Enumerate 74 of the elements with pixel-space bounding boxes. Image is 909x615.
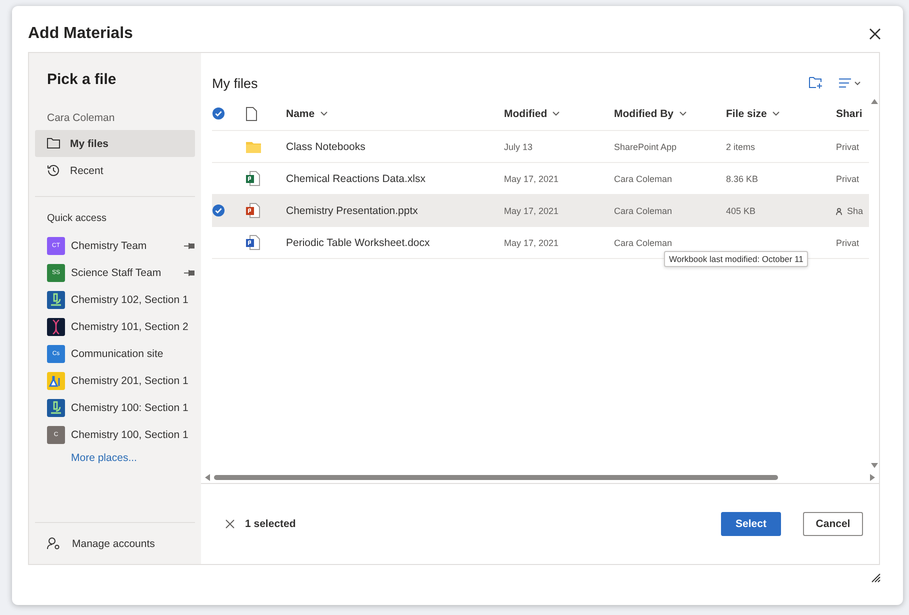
selection-count: 1 selected — [245, 518, 296, 530]
file-name: Periodic Table Worksheet.docx — [286, 236, 431, 248]
check-circle-icon[interactable] — [212, 204, 225, 217]
modified-by: SharePoint App — [614, 142, 678, 152]
column-header[interactable]: Name — [286, 108, 504, 120]
scroll-right-icon[interactable] — [870, 474, 875, 481]
column-header[interactable]: Modified By — [614, 108, 726, 120]
cancel-button[interactable]: Cancel — [803, 512, 863, 536]
chevron-down-icon — [678, 111, 686, 116]
site-name: Chemistry 201, Section 1 — [71, 374, 190, 386]
file-type-icon — [246, 106, 257, 120]
folder-icon — [47, 138, 60, 149]
check-circle-icon[interactable] — [212, 107, 225, 120]
site-name: Chemistry 102, Section 1 — [71, 294, 190, 306]
nav-item[interactable]: My files — [35, 130, 195, 157]
scrollbar-thumb[interactable] — [214, 475, 778, 480]
modified-date: May 17, 2021 — [504, 174, 560, 184]
quick-access-item[interactable]: Chemistry 102, Section 1 — [35, 286, 195, 313]
column-header[interactable]: Modified — [504, 108, 614, 120]
column-header[interactable]: File size — [726, 108, 836, 120]
sharing-status: Privat — [836, 238, 860, 248]
person-gear-icon — [47, 537, 60, 550]
quick-access-item[interactable]: Chemistry 101, Section 2 — [35, 313, 195, 340]
modified-date: May 17, 2021 — [504, 238, 560, 248]
scroll-left-icon[interactable] — [205, 474, 210, 481]
scroll-up-icon[interactable] — [870, 99, 878, 104]
quick-access-item[interactable]: Chemistry 201, Section 1 — [35, 367, 195, 394]
file-name: Class Notebooks — [286, 140, 366, 152]
pin-icon[interactable] — [184, 242, 195, 250]
nav-item[interactable]: Recent — [35, 157, 195, 184]
clear-selection-button[interactable] — [223, 517, 237, 531]
site-name: Chemistry 100, Section 1 — [71, 428, 190, 440]
file-size: 405 KB — [726, 206, 757, 216]
site-name: Chemistry 101, Section 2 — [71, 320, 190, 332]
scroll-down-icon[interactable] — [870, 463, 878, 468]
pin-icon[interactable] — [184, 268, 195, 276]
file-size: 2 items — [726, 142, 756, 152]
files-heading: My files — [212, 76, 258, 90]
powerpoint-file-icon — [246, 203, 260, 218]
chevron-down-icon — [320, 111, 328, 116]
select-button[interactable]: Select — [721, 512, 781, 536]
column-header[interactable]: Shari — [836, 108, 869, 120]
account-name: Cara Coleman — [46, 112, 116, 126]
modified-by: Cara Coleman — [614, 238, 674, 248]
sharing-status: Sha — [836, 206, 869, 216]
chevron-down-icon — [772, 111, 780, 116]
resize-grip-icon[interactable] — [871, 573, 881, 583]
dialog-title: Add Materials — [28, 25, 133, 43]
file-name: Chemical Reactions Data.xlsx — [286, 172, 426, 184]
file-row[interactable]: Class Notebooks July 13 SharePoint App 2 items Privat — [212, 131, 869, 163]
tooltip: Workbook last modified: October 11 — [664, 251, 808, 267]
modified-by: Cara Coleman — [614, 174, 674, 184]
history-icon — [47, 164, 60, 177]
site-name: Chemistry 100: Section 1 — [71, 402, 190, 414]
section-heading: Quick access — [46, 213, 108, 226]
folder-icon — [246, 140, 261, 152]
site-name: Science Staff Team — [71, 266, 162, 278]
sidebar-title: Pick a file — [46, 71, 118, 90]
manage-accounts-item[interactable]: Manage accounts — [35, 522, 195, 564]
new-folder-button[interactable] — [807, 75, 825, 91]
modified-by: Cara Coleman — [614, 206, 674, 216]
close-button[interactable] — [867, 26, 883, 42]
quick-access-item[interactable]: Chemistry 100: Section 1 — [35, 394, 195, 421]
sharing-status: Privat — [836, 174, 860, 184]
modified-date: May 17, 2021 — [504, 206, 560, 216]
file-row[interactable]: Chemistry Presentation.pptx May 17, 2021 Cara Coleman 405 KB Sha — [212, 195, 869, 227]
site-name: Chemistry Team — [71, 240, 148, 252]
file-size: 8.36 KB — [726, 174, 760, 184]
file-name: Chemistry Presentation.pptx — [286, 204, 419, 216]
sharing-status: Privat — [836, 142, 860, 152]
more-places-link[interactable]: More places... — [35, 448, 195, 464]
site-name: Communication site — [71, 348, 164, 360]
modified-date: July 13 — [504, 142, 534, 152]
chevron-down-icon — [552, 111, 560, 116]
